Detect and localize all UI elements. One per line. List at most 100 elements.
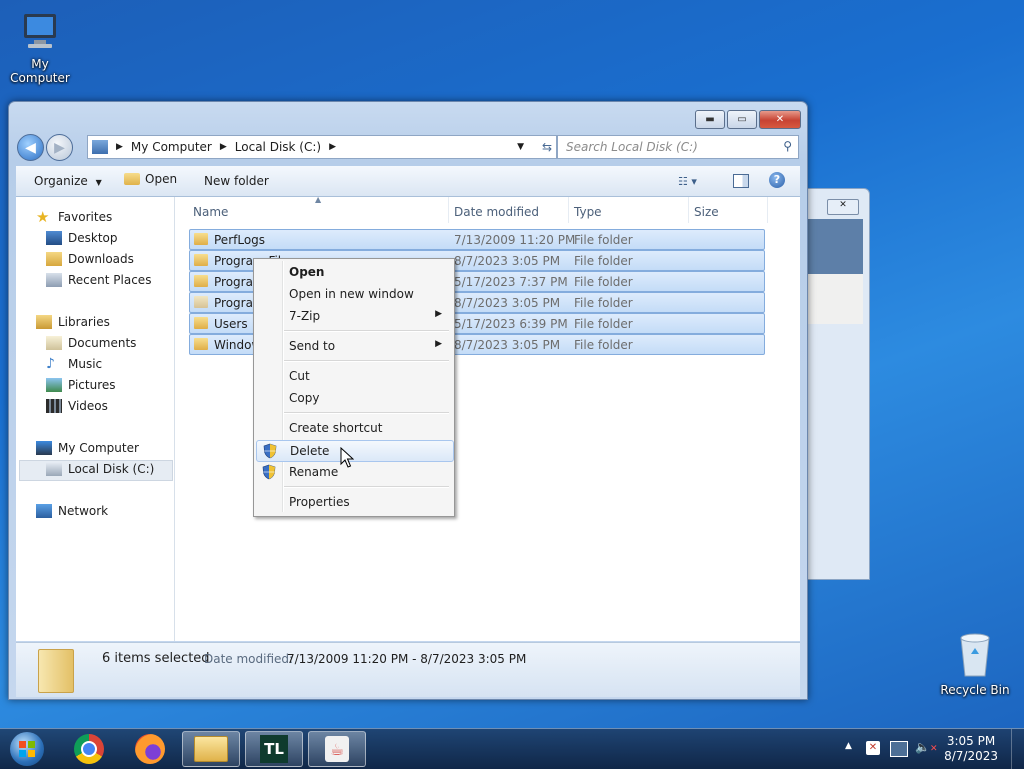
- folder-stack-icon: [38, 649, 74, 693]
- column-divider[interactable]: [568, 197, 569, 223]
- clock-date: 8/7/2023: [944, 749, 998, 763]
- desktop-icon-label: My Computer: [10, 57, 70, 85]
- nav-documents[interactable]: Documents: [46, 336, 136, 350]
- firefox-icon: [135, 734, 165, 764]
- open-button[interactable]: Open: [124, 172, 177, 186]
- column-header-name[interactable]: Name: [193, 205, 228, 219]
- show-desktop-button[interactable]: [1011, 729, 1024, 769]
- column-divider[interactable]: [448, 197, 449, 223]
- new-folder-button[interactable]: New folder: [204, 174, 269, 188]
- nav-label: My Computer: [58, 441, 139, 455]
- taskbar-java[interactable]: ☕: [308, 731, 366, 767]
- preview-pane-icon[interactable]: [733, 174, 749, 188]
- breadcrumb-local-disk[interactable]: Local Disk (C:): [235, 140, 321, 154]
- nav-label: Libraries: [58, 315, 110, 329]
- network-tray-icon[interactable]: [890, 741, 908, 757]
- chrome-icon: [74, 734, 104, 764]
- computer-icon: [36, 441, 52, 455]
- folder-icon: [194, 338, 208, 350]
- column-header-size[interactable]: Size: [694, 205, 719, 219]
- breadcrumb-separator-icon: ▶: [329, 142, 336, 152]
- minimize-button[interactable]: ▬: [695, 110, 725, 129]
- back-button[interactable]: ◀: [17, 134, 44, 161]
- folder-icon: [194, 317, 208, 329]
- uac-shield-icon: [262, 464, 276, 483]
- nav-network[interactable]: Network: [36, 504, 108, 518]
- breadcrumb-separator-icon: ▶: [116, 142, 123, 152]
- nav-recent-places[interactable]: Recent Places: [46, 273, 151, 287]
- computer-icon: [18, 10, 62, 54]
- clock-time: 3:05 PM: [946, 734, 996, 748]
- organize-button[interactable]: Organize ▼: [34, 174, 102, 188]
- maximize-button[interactable]: ▭: [727, 110, 757, 129]
- volume-muted-icon[interactable]: 🔈✕: [915, 740, 938, 754]
- start-button[interactable]: [0, 731, 54, 767]
- details-pane: 6 items selected Date modified: 7/13/200…: [16, 642, 800, 697]
- taskbar-firefox[interactable]: [121, 731, 179, 767]
- nav-music[interactable]: ♪ Music: [46, 357, 102, 371]
- address-bar[interactable]: ▶ My Computer ▶ Local Disk (C:) ▶ ▼: [87, 135, 539, 159]
- mouse-cursor-icon: [340, 446, 355, 472]
- table-row[interactable]: PerfLogs 7/13/2009 11:20 PM File folder: [189, 229, 765, 250]
- submenu-arrow-icon: ▶: [435, 309, 442, 319]
- menu-item-create-shortcut[interactable]: Create shortcut: [256, 418, 452, 438]
- row-type: File folder: [574, 338, 633, 352]
- menu-item-cut[interactable]: Cut: [256, 366, 452, 386]
- help-icon[interactable]: ?: [769, 172, 785, 188]
- sort-indicator-icon: ▲: [315, 195, 322, 204]
- nav-label: Music: [68, 357, 103, 371]
- menu-separator: [284, 360, 449, 362]
- view-options-icon[interactable]: ☷ ▾: [678, 175, 697, 188]
- action-center-icon[interactable]: ✕: [866, 741, 880, 755]
- column-header-type[interactable]: Type: [574, 205, 602, 219]
- menu-separator: [284, 412, 449, 414]
- menu-item-open-new-window[interactable]: Open in new window: [256, 284, 452, 304]
- tl-icon: TL: [260, 735, 288, 763]
- menu-label: Open in new window: [289, 287, 414, 301]
- clock[interactable]: 3:05 PM 8/7/2023: [944, 734, 998, 764]
- selection-count: 6 items selected: [102, 651, 210, 666]
- nav-downloads[interactable]: Downloads: [46, 252, 134, 266]
- background-window-body: [807, 274, 863, 324]
- nav-desktop[interactable]: Desktop: [46, 231, 118, 245]
- menu-item-7zip[interactable]: 7-Zip ▶: [256, 306, 452, 326]
- forward-button[interactable]: ▶: [46, 134, 73, 161]
- address-dropdown-icon[interactable]: ▼: [517, 142, 524, 152]
- taskbar-explorer[interactable]: [182, 731, 240, 767]
- background-window-close[interactable]: ✕: [827, 199, 859, 215]
- nav-libraries[interactable]: Libraries: [36, 315, 110, 329]
- desktop-icon-my-computer[interactable]: My Computer: [0, 10, 80, 85]
- nav-my-computer[interactable]: My Computer: [36, 441, 139, 455]
- row-name: Users: [214, 317, 248, 331]
- taskbar: TL ☕ ▲ ✕ 🔈✕ 3:05 PM 8/7/2023: [0, 728, 1024, 769]
- search-input[interactable]: Search Local Disk (C:) ⚲: [557, 135, 799, 159]
- menu-item-properties[interactable]: Properties: [256, 492, 452, 512]
- desktop-icon-recycle-bin[interactable]: Recycle Bin: [935, 630, 1015, 697]
- close-button[interactable]: ✕: [759, 110, 801, 129]
- nav-pictures[interactable]: Pictures: [46, 378, 116, 392]
- taskbar-chrome[interactable]: [60, 731, 118, 767]
- column-divider[interactable]: [767, 197, 768, 223]
- menu-item-delete[interactable]: Delete: [256, 440, 454, 462]
- show-hidden-icons[interactable]: ▲: [845, 741, 852, 751]
- taskbar-tl-app[interactable]: TL: [245, 731, 303, 767]
- chevron-down-icon: ▼: [95, 178, 102, 187]
- background-window[interactable]: ✕: [806, 188, 870, 580]
- open-label: Open: [145, 172, 178, 186]
- refresh-button[interactable]: ⇆: [538, 135, 557, 159]
- column-divider[interactable]: [688, 197, 689, 223]
- menu-item-copy[interactable]: Copy: [256, 388, 452, 408]
- search-icon[interactable]: ⚲: [783, 139, 792, 153]
- date-modified-range: 7/13/2009 11:20 PM - 8/7/2023 3:05 PM: [287, 652, 527, 666]
- menu-item-send-to[interactable]: Send to ▶: [256, 336, 452, 356]
- nav-favorites[interactable]: ★ Favorites: [36, 210, 112, 225]
- nav-local-disk[interactable]: Local Disk (C:): [46, 462, 154, 476]
- breadcrumb-my-computer[interactable]: My Computer: [131, 140, 212, 154]
- nav-videos[interactable]: Videos: [46, 399, 108, 413]
- column-header-date[interactable]: Date modified: [454, 205, 539, 219]
- menu-separator: [284, 330, 449, 332]
- drive-icon: [46, 462, 62, 476]
- menu-item-rename[interactable]: Rename: [256, 462, 452, 482]
- recycle-bin-icon: [955, 630, 995, 680]
- menu-item-open[interactable]: Open: [256, 262, 452, 282]
